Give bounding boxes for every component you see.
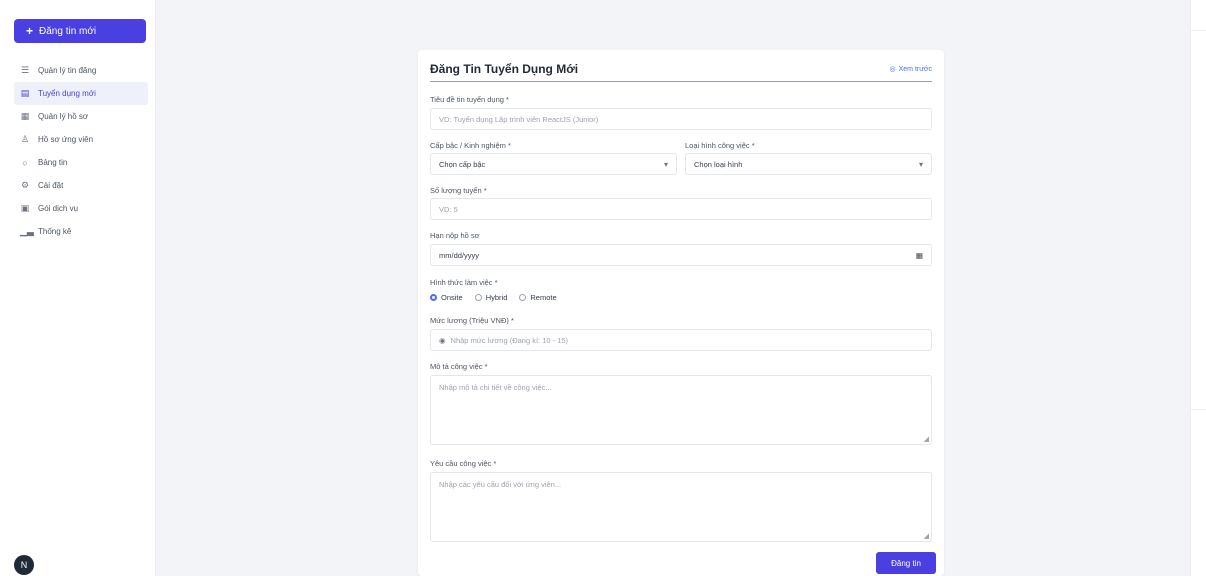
resize-handle-icon[interactable]: ◢ xyxy=(924,435,929,443)
sidebar-item-settings[interactable]: ⚙ Cài đặt xyxy=(14,174,148,197)
quantity-input[interactable]: VD: 5 xyxy=(430,198,932,220)
sidebar-item-label: Hồ sơ ứng viên xyxy=(38,135,94,144)
description-label: Mô tả công việc * xyxy=(430,362,488,371)
sidebar-item-label: Gói dịch vụ xyxy=(38,204,79,213)
user-icon: ♙ xyxy=(20,134,30,144)
salary-placeholder: Nhập mức lương (Đang kí: 10 - 15) xyxy=(450,335,569,345)
plus-icon: + xyxy=(26,24,34,38)
description-placeholder: Nhập mô tả chi tiết về công việc... xyxy=(439,383,552,392)
deadline-label: Hạn nộp hồ sơ xyxy=(430,231,480,240)
job-type-select[interactable]: Chọn loại hình ▾ xyxy=(685,153,932,175)
gear-icon: ⚙ xyxy=(20,180,30,190)
radio-dot[interactable] xyxy=(519,294,527,301)
requirements-label: Yêu cầu công việc * xyxy=(430,459,497,468)
job-title-input[interactable]: VD: Tuyển dụng Lập trình viên ReactJS (J… xyxy=(430,108,932,130)
deadline-value: mm/dd/yyyy xyxy=(439,250,480,260)
sidebar-item-board[interactable]: ○ Bảng tin xyxy=(14,151,148,174)
sidebar-item-label: Cài đặt xyxy=(38,181,64,190)
job-type-select-value: Chọn loại hình xyxy=(694,159,743,169)
chevron-down-icon: ▾ xyxy=(918,159,923,169)
sidebar-item-label: Bảng tin xyxy=(38,158,68,167)
radio-dot[interactable] xyxy=(474,294,482,301)
radio-label: Remote xyxy=(530,293,557,302)
preview-link[interactable]: ◎ Xem trước xyxy=(889,65,933,74)
radio-remote[interactable]: Remote xyxy=(519,293,557,302)
salary-label: Mức lương (Triệu VNĐ) * xyxy=(430,316,514,325)
requirements-placeholder: Nhập các yêu cầu đối với ứng viên... xyxy=(439,480,562,489)
sidebar-item-candidates[interactable]: ♙ Hồ sơ ứng viên xyxy=(14,128,148,151)
list-icon: ☰ xyxy=(20,65,30,75)
chart-icon: ▁▃ xyxy=(20,226,34,236)
eye-icon: ◎ xyxy=(889,66,896,73)
submit-button[interactable]: Đăng tin xyxy=(876,552,936,574)
page-title: Đăng Tin Tuyển Dụng Mới xyxy=(430,62,579,76)
sidebar-item-plans[interactable]: ▣ Gói dịch vụ xyxy=(14,197,148,220)
sidebar-item-stats[interactable]: ▁▃ Thống kê xyxy=(14,220,148,243)
sidebar-item-new-job[interactable]: ▤ Tuyển dụng mới xyxy=(14,82,148,105)
level-label: Cấp bậc / Kinh nghiệm * xyxy=(430,141,511,150)
quantity-label: Số lượng tuyển * xyxy=(430,186,487,195)
document-icon: ▤ xyxy=(20,88,30,98)
radio-dot[interactable] xyxy=(430,294,437,301)
requirements-textarea[interactable]: Nhập các yêu cầu đối với ứng viên... ◢ xyxy=(430,472,932,542)
folder-icon: ▦ xyxy=(20,111,30,121)
sidebar-item-label: Tuyển dụng mới xyxy=(38,89,96,98)
deadline-input[interactable]: mm/dd/yyyy ▦ xyxy=(430,244,932,266)
chevron-down-icon: ▾ xyxy=(663,159,668,169)
job-type-label: Loại hình công việc * xyxy=(685,141,755,150)
calendar-icon: ▣ xyxy=(20,203,30,213)
card-header: Đăng Tin Tuyển Dụng Mới ◎ Xem trước xyxy=(430,62,932,82)
sidebar-item-label: Quản lý tin đăng xyxy=(38,66,97,75)
job-form-card: Đăng Tin Tuyển Dụng Mới ◎ Xem trước Tiêu… xyxy=(418,50,944,576)
salary-input[interactable]: ◉ Nhập mức lương (Đang kí: 10 - 15) xyxy=(430,329,932,351)
sidebar-item-manage-posts[interactable]: ☰ Quản lý tin đăng xyxy=(14,59,148,82)
calendar-icon[interactable]: ▦ xyxy=(916,251,923,260)
level-select[interactable]: Chọn cấp bậc ▾ xyxy=(430,153,677,175)
sidebar-item-label: Thống kê xyxy=(38,227,72,236)
sidebar-item-label: Quản lý hồ sơ xyxy=(38,112,89,121)
radio-onsite[interactable]: Onsite xyxy=(430,293,463,302)
work-mode-radio-group: Onsite Hybrid Remote xyxy=(430,293,557,302)
radio-label: Hybrid xyxy=(485,293,508,302)
work-mode-label: Hình thức làm việc * xyxy=(430,278,498,287)
new-post-label: Đăng tin mới xyxy=(39,25,97,37)
description-textarea[interactable]: Nhập mô tả chi tiết về công việc... ◢ xyxy=(430,375,932,445)
sidebar-nav: ☰ Quản lý tin đăng ▤ Tuyển dụng mới ▦ Qu… xyxy=(14,59,148,243)
new-post-button[interactable]: + Đăng tin mới xyxy=(14,19,146,43)
right-panel xyxy=(1190,0,1206,576)
preview-link-label: Xem trước xyxy=(898,65,932,73)
right-panel-section xyxy=(1191,30,1206,410)
sidebar-item-manage-profiles[interactable]: ▦ Quản lý hồ sơ xyxy=(14,105,148,128)
resize-handle-icon[interactable]: ◢ xyxy=(924,532,929,540)
level-select-value: Chọn cấp bậc xyxy=(439,159,486,169)
money-icon: ◉ xyxy=(439,335,446,345)
radio-hybrid[interactable]: Hybrid xyxy=(474,293,508,302)
sidebar: + Đăng tin mới ☰ Quản lý tin đăng ▤ Tuyể… xyxy=(0,0,156,576)
chat-icon: ○ xyxy=(22,157,28,168)
job-title-label: Tiêu đề tin tuyển dụng * xyxy=(430,95,509,104)
radio-label: Onsite xyxy=(441,293,463,302)
avatar[interactable]: N xyxy=(14,555,34,575)
